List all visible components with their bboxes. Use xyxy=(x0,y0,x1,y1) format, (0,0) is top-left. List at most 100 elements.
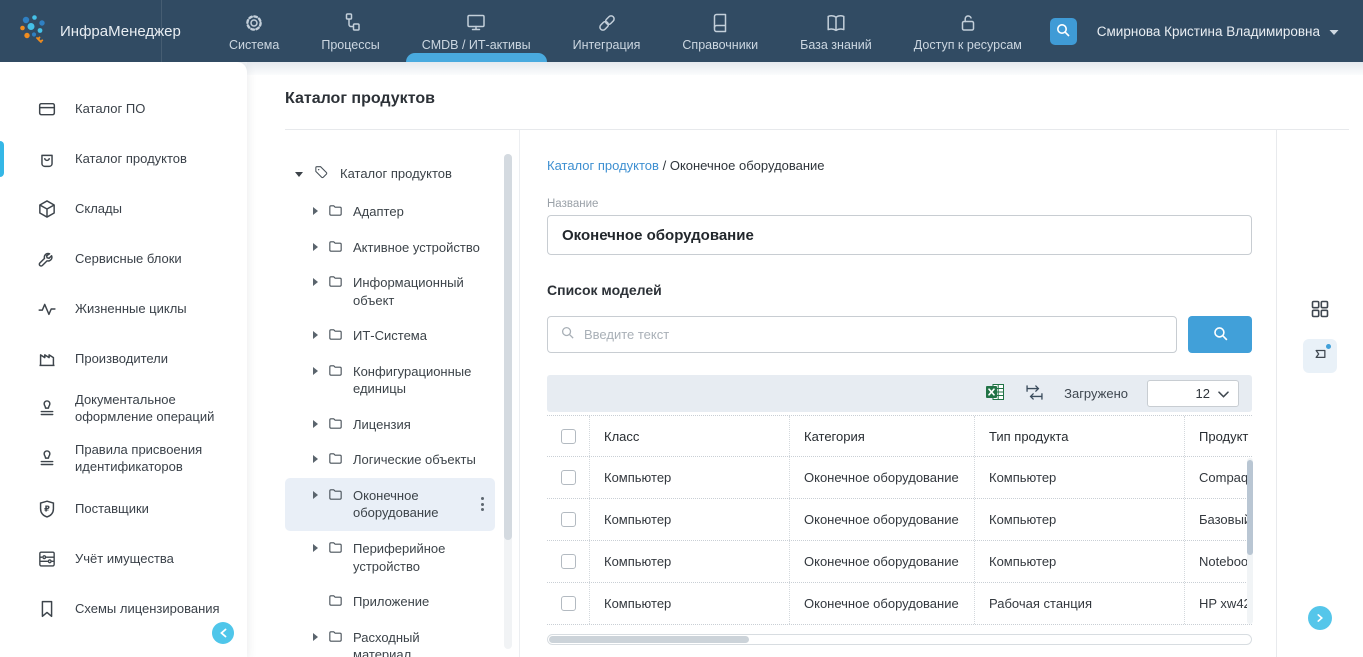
sidebar-item-manufacturers[interactable]: Производители xyxy=(0,334,247,384)
tree-item-logical-objects[interactable]: Логические объекты xyxy=(285,442,495,478)
table-row[interactable]: КомпьютерОконечное оборудованиеРабочая с… xyxy=(547,583,1252,625)
table-row[interactable]: КомпьютерОконечное оборудованиеКомпьютер… xyxy=(547,499,1252,541)
link-icon xyxy=(595,11,619,35)
sidebar-item-label: Производители xyxy=(75,351,168,368)
column-header: Тип продукта xyxy=(974,416,1184,456)
sidebar-item-licensing-schemes[interactable]: Схемы лицензирования xyxy=(0,584,247,634)
sidebar-item-warehouses[interactable]: Склады xyxy=(0,184,247,234)
export-excel-button[interactable] xyxy=(985,382,1005,405)
bookmark-icon xyxy=(36,598,58,620)
sidebar-item-label: Поставщики xyxy=(75,501,149,518)
tree-item-it-system[interactable]: ИТ-Система xyxy=(285,318,495,354)
nav-item-resource-access[interactable]: Доступ к ресурсам xyxy=(893,0,1043,62)
caret-right-icon[interactable] xyxy=(313,420,318,428)
sidebar-item-label: Жизненные циклы xyxy=(75,301,187,318)
row-checkbox[interactable] xyxy=(561,554,576,569)
models-table: КлассКатегорияТип продуктаПродукт Компью… xyxy=(547,415,1252,625)
sidebar-item-lifecycles[interactable]: Жизненные циклы xyxy=(0,284,247,334)
table-horizontal-scrollbar-thumb[interactable] xyxy=(549,636,749,643)
nav-item-knowledge-base[interactable]: База знаний xyxy=(779,0,893,62)
table-horizontal-scrollbar[interactable] xyxy=(547,634,1252,645)
caret-right-icon[interactable] xyxy=(313,544,318,552)
row-checkbox[interactable] xyxy=(561,470,576,485)
tree-scrollbar-thumb[interactable] xyxy=(504,154,512,540)
sidebar-item-product-catalog[interactable]: Каталог продуктов xyxy=(0,134,247,184)
header-checkbox-cell xyxy=(547,416,589,456)
nav-item-integration[interactable]: Интеграция xyxy=(552,0,662,62)
sidebar-item-software-catalog[interactable]: Каталог ПО xyxy=(0,84,247,134)
breadcrumb-parent-link[interactable]: Каталог продуктов xyxy=(547,158,659,173)
sidebar-item-document-operations[interactable]: Документальное оформление операций xyxy=(0,384,247,434)
page-size-value: 12 xyxy=(1196,386,1210,401)
kebab-menu-icon[interactable] xyxy=(474,495,491,513)
table-cell: Компьютер xyxy=(589,583,789,624)
tree-item-license[interactable]: Лицензия xyxy=(285,407,495,443)
tree-item-information-object[interactable]: Информационный объект xyxy=(285,265,495,318)
folder-icon xyxy=(327,628,344,645)
nav-item-processes[interactable]: Процессы xyxy=(300,0,400,62)
user-menu[interactable]: Смирнова Кристина Владимировна xyxy=(1097,24,1339,39)
excel-export-icon xyxy=(985,382,1005,405)
select-all-checkbox[interactable] xyxy=(561,429,576,444)
nav-item-directories[interactable]: Справочники xyxy=(661,0,779,62)
table-cell: Рабочая станция xyxy=(974,583,1184,624)
advanced-filter-button[interactable] xyxy=(1024,382,1045,406)
caret-right-icon[interactable] xyxy=(313,633,318,641)
tree-scrollbar[interactable] xyxy=(504,154,512,649)
bag-icon xyxy=(36,148,58,170)
global-search-button[interactable] xyxy=(1050,18,1077,45)
table-row[interactable]: КомпьютерОконечное оборудованиеКомпьютер… xyxy=(547,457,1252,499)
sidebar-item-id-assignment-rules[interactable]: Правила присвоения идентификаторов xyxy=(0,434,247,484)
tree-item-active-device[interactable]: Активное устройство xyxy=(285,230,495,266)
tree-item-adapter[interactable]: Адаптер xyxy=(285,194,495,230)
models-search-input[interactable] xyxy=(584,327,1164,342)
sidebar-item-suppliers[interactable]: ₽Поставщики xyxy=(0,484,247,534)
name-input[interactable] xyxy=(547,215,1252,255)
sidebar-item-property-accounting[interactable]: Учёт имущества xyxy=(0,534,247,584)
nav-item-system[interactable]: Система xyxy=(208,0,300,62)
caret-right-icon[interactable] xyxy=(313,243,318,251)
table-cell: Компьютер xyxy=(589,499,789,540)
caret-right-icon[interactable] xyxy=(313,207,318,215)
tree-item-consumable[interactable]: Расходный материал xyxy=(285,620,495,657)
page-title: Каталог продуктов xyxy=(285,90,1349,108)
notification-dot xyxy=(1326,344,1331,349)
caret-right-icon[interactable] xyxy=(313,367,318,375)
flag-view-button[interactable] xyxy=(1303,339,1337,373)
nav-label: Интеграция xyxy=(573,38,641,52)
caret-right-icon[interactable] xyxy=(313,278,318,286)
row-checkbox[interactable] xyxy=(561,512,576,527)
caret-right-icon[interactable] xyxy=(313,331,318,339)
table-cell: Оконечное оборудование xyxy=(789,541,974,582)
nav-item-cmdb-it-assets[interactable]: CMDB / ИТ-активы xyxy=(401,0,552,62)
caret-right-icon[interactable] xyxy=(313,455,318,463)
app-logo[interactable]: ИнфраМенеджер xyxy=(0,0,162,62)
card-icon xyxy=(36,98,58,120)
page-size-select[interactable]: 12 xyxy=(1147,380,1239,407)
tree-item-terminal-equipment[interactable]: Оконечное оборудование xyxy=(285,478,495,531)
table-vertical-scrollbar-thumb[interactable] xyxy=(1247,460,1253,555)
tree-item-application[interactable]: Приложение xyxy=(285,584,495,620)
models-search-button[interactable] xyxy=(1188,316,1252,353)
logo-icon xyxy=(18,13,48,50)
caret-down-icon[interactable] xyxy=(295,172,303,177)
tree-item-label: Адаптер xyxy=(353,203,404,221)
folder-icon xyxy=(327,415,344,432)
table-cell: Оконечное оборудование xyxy=(789,499,974,540)
table-cell: Компьютер xyxy=(589,541,789,582)
table-vertical-scrollbar[interactable] xyxy=(1247,458,1253,624)
next-page-button[interactable] xyxy=(1308,606,1332,630)
grid-view-button[interactable] xyxy=(1308,297,1332,324)
sidebar-item-service-blocks[interactable]: Сервисные блоки xyxy=(0,234,247,284)
caret-right-icon[interactable] xyxy=(313,491,318,499)
page-head: Каталог продуктов xyxy=(247,75,1363,130)
wrench-icon xyxy=(36,248,58,270)
tree-item-peripheral-device[interactable]: Периферийное устройство xyxy=(285,531,495,584)
sidebar-collapse-button[interactable] xyxy=(212,622,234,644)
table-cell: Compaq xyxy=(1184,457,1252,498)
tree-root-product-catalog[interactable]: Каталог продуктов xyxy=(285,156,495,194)
row-checkbox[interactable] xyxy=(561,596,576,611)
table-row[interactable]: КомпьютерОконечное оборудованиеКомпьютер… xyxy=(547,541,1252,583)
tree-item-configuration-units[interactable]: Конфигурационные единицы xyxy=(285,354,495,407)
sidebar-item-label: Сервисные блоки xyxy=(75,251,182,268)
